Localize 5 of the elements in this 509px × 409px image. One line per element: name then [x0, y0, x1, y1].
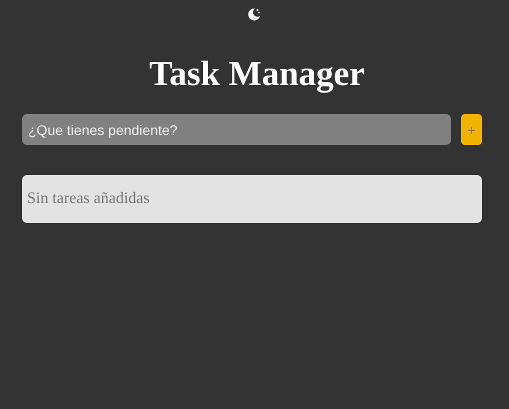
task-input-field[interactable]: ¿Que tienes pendiente?	[22, 114, 451, 145]
page-title: Task Manager	[148, 54, 366, 94]
add-button[interactable]: +	[461, 114, 482, 145]
moon-icon[interactable]	[246, 7, 260, 21]
empty-message: Sin tareas añadidas	[27, 190, 150, 208]
